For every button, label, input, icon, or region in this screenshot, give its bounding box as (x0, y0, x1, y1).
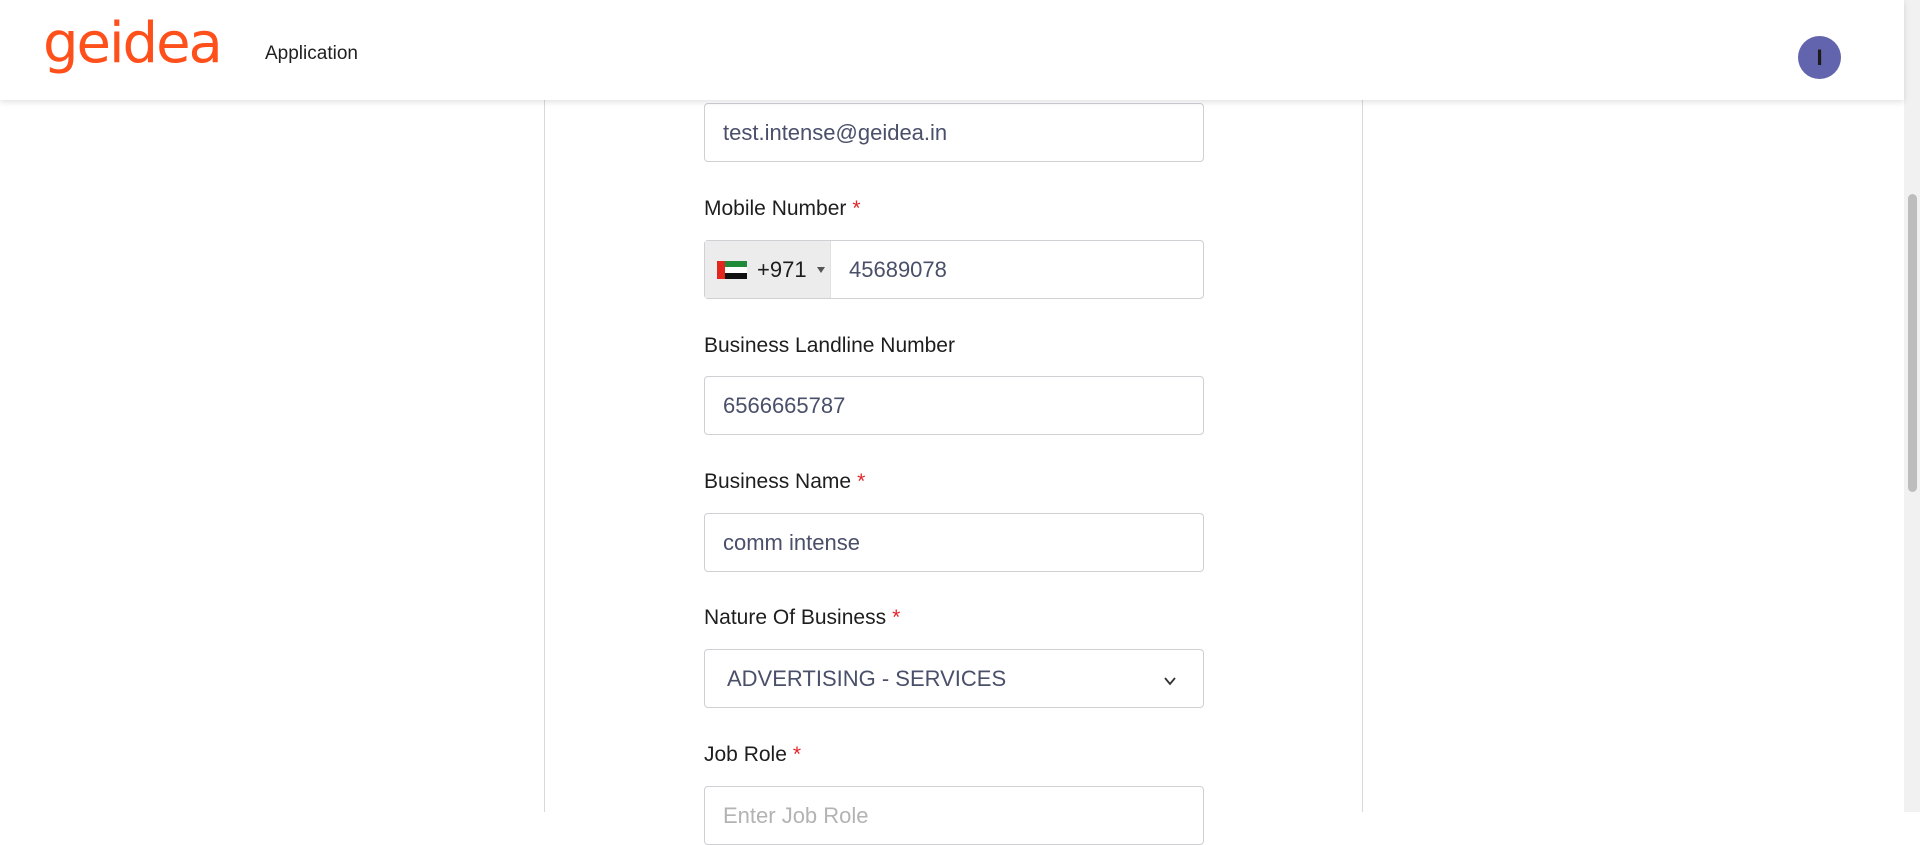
required-mark: * (892, 606, 901, 629)
nav-application[interactable]: Application (265, 43, 358, 65)
geidea-logo[interactable]: geidea (43, 16, 223, 72)
job-role-label: Job Role * (704, 743, 801, 767)
user-avatar[interactable]: I (1798, 36, 1841, 79)
nature-of-business-label: Nature Of Business * (704, 606, 900, 630)
business-name-label-text: Business Name (704, 470, 852, 493)
required-mark: * (792, 743, 802, 766)
required-mark: * (852, 197, 861, 220)
caret-down-icon (816, 266, 825, 273)
uae-flag-icon (717, 260, 747, 279)
mobile-number-label-text: Mobile Number (704, 197, 847, 220)
nature-of-business-label-text: Nature Of Business (704, 606, 887, 629)
scrollbar-thumb[interactable] (1908, 194, 1917, 492)
nature-of-business-value: ADVERTISING - SERVICES (727, 665, 1007, 691)
page-scrollbar[interactable] (1904, 0, 1920, 812)
top-header: geidea Application I (0, 0, 1904, 100)
country-code-picker[interactable]: +971 (705, 241, 831, 298)
job-role-placeholder: Enter Job Role (723, 802, 869, 828)
landline-label: Business Landline Number (704, 334, 955, 358)
required-mark: * (857, 470, 866, 493)
email-value: test.intense@geidea.in (723, 119, 948, 145)
business-name-value: comm intense (723, 529, 860, 555)
landline-label-text: Business Landline Number (704, 334, 955, 357)
job-role-label-text: Job Role (704, 743, 787, 766)
nature-of-business-select[interactable]: ADVERTISING - SERVICES (704, 649, 1204, 708)
mobile-number-field: +971 45689078 (704, 240, 1204, 299)
mobile-number-input[interactable]: 45689078 (831, 257, 947, 283)
landline-value: 6566665787 (723, 392, 846, 418)
business-name-label: Business Name * (704, 470, 865, 494)
dial-code: +971 (757, 256, 807, 282)
email-field[interactable]: test.intense@geidea.in (704, 103, 1204, 162)
chevron-down-icon (1164, 676, 1176, 685)
job-role-input[interactable]: Enter Job Role (704, 786, 1204, 845)
landline-input[interactable]: 6566665787 (704, 376, 1204, 435)
business-name-input[interactable]: comm intense (704, 513, 1204, 572)
mobile-number-label: Mobile Number * (704, 197, 861, 221)
